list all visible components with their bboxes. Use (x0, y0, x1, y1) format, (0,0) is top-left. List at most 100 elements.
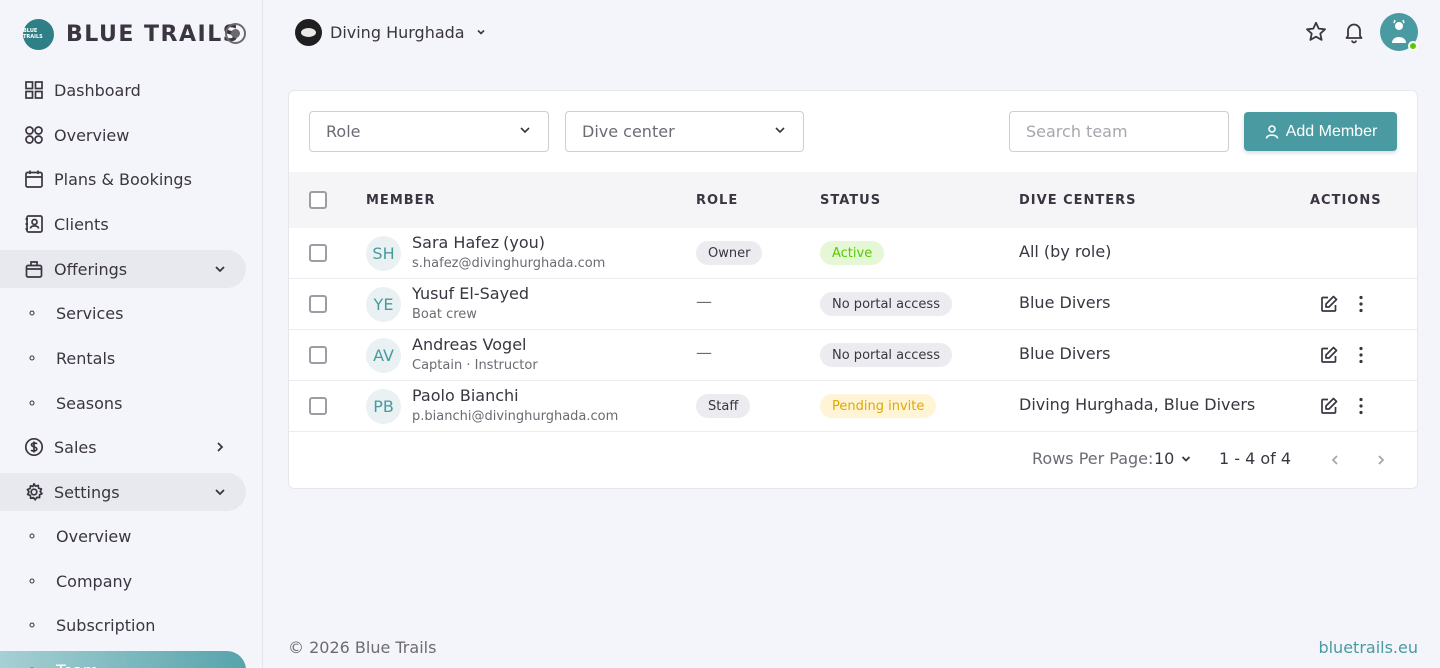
sidebar-item-label: Sales (54, 437, 97, 457)
sidebar-item-label: Team (56, 661, 246, 668)
member-name-text: Yusuf El-Sayed (412, 284, 530, 303)
edit-icon[interactable] (1319, 396, 1339, 416)
member-name: Andreas Vogel (412, 335, 526, 354)
sidebar-item-label: Offerings (54, 259, 128, 279)
sidebar-item-settings[interactable]: Settings (0, 473, 246, 511)
role-badge: Owner (696, 241, 763, 265)
status-badge: No portal access (820, 343, 952, 367)
footer-copyright: © 2026 Blue Trails (288, 638, 437, 657)
sidebar: BLUE TRAILS BLUE TRAILS Dashboard Overvie… (0, 0, 263, 668)
bell-icon[interactable] (1342, 20, 1366, 44)
table-row[interactable]: AV Andreas Vogel Captain · Instructor — No… (289, 330, 1417, 381)
brand-name: BLUE TRAILS (66, 21, 241, 47)
edit-icon[interactable] (1319, 345, 1339, 365)
sidebar-item-company[interactable]: Company (0, 562, 246, 600)
dive-centers-cell: Blue Divers (1019, 293, 1111, 312)
box-icon (24, 259, 44, 279)
dot-icon (28, 577, 36, 585)
more-vertical-icon[interactable] (1351, 345, 1371, 365)
dot-icon (28, 399, 36, 407)
chevron-left-icon[interactable] (1324, 449, 1346, 471)
star-icon[interactable] (1304, 20, 1328, 44)
sidebar-item-team[interactable]: Team (0, 651, 246, 668)
sidebar-item-label: Overview (56, 526, 132, 546)
sidebar-item-label: Plans & Bookings (54, 169, 192, 189)
chevron-down-icon (518, 122, 532, 141)
sidebar-item-services[interactable]: Services (0, 294, 246, 332)
sidebar-item-overview[interactable]: Overview (0, 116, 246, 154)
org-switcher[interactable]: Diving Hurghada (295, 18, 487, 46)
dot-icon (28, 309, 36, 317)
role-empty: — (696, 292, 712, 311)
sidebar-item-seasons[interactable]: Seasons (0, 384, 246, 422)
status-badge: Active (820, 241, 885, 265)
sidebar-item-label: Overview (54, 125, 130, 145)
header-dive-centers[interactable]: DIVE CENTERS (1019, 172, 1137, 228)
select-all-checkbox[interactable] (309, 191, 327, 209)
contacts-icon (24, 214, 44, 234)
pagination-range: 1 - 4 of 4 (1219, 449, 1292, 468)
more-vertical-icon[interactable] (1351, 294, 1371, 314)
member-name-text: Sara Hafez (412, 233, 500, 252)
member-you-tag: (you) (503, 233, 546, 252)
topbar-actions (1304, 13, 1418, 51)
edit-icon[interactable] (1319, 294, 1339, 314)
member-avatar: PB (366, 389, 401, 424)
dot-icon (28, 532, 36, 540)
sidebar-item-subscription[interactable]: Subscription (0, 606, 246, 644)
table-row[interactable]: SH Sara Hafez (you) s.hafez@divinghurghad… (289, 228, 1417, 279)
sidebar-item-sales[interactable]: Sales (0, 428, 246, 466)
sidebar-item-clients[interactable]: Clients (0, 205, 246, 243)
header-role[interactable]: ROLE (696, 172, 738, 228)
header-member[interactable]: MEMBER (366, 172, 436, 228)
sidebar-item-label: Seasons (56, 393, 123, 413)
rows-per-page-select[interactable]: 10 (1154, 449, 1192, 468)
role-filter-select[interactable]: Role (309, 111, 549, 152)
sidebar-item-plans-bookings[interactable]: Plans & Bookings (0, 160, 246, 198)
table-row[interactable]: PB Paolo Bianchi p.bianchi@divinghurghad… (289, 381, 1417, 432)
dive-center-filter-label: Dive center (582, 122, 675, 141)
row-checkbox[interactable] (309, 397, 327, 415)
brand[interactable]: BLUE TRAILS BLUE TRAILS (23, 18, 240, 50)
role-filter-label: Role (326, 122, 361, 141)
sidebar-item-overview[interactable]: Overview (0, 517, 246, 555)
row-checkbox[interactable] (309, 295, 327, 313)
sidebar-item-rentals[interactable]: Rentals (0, 339, 246, 377)
sidebar-item-label: Settings (54, 482, 120, 502)
member-subtitle: Captain · Instructor (412, 358, 538, 373)
status-badge: No portal access (820, 292, 952, 316)
header-status[interactable]: STATUS (820, 172, 881, 228)
chevron-right-icon[interactable] (1370, 449, 1392, 471)
org-logo (295, 18, 322, 46)
member-subtitle: s.hafez@divinghurghada.com (412, 256, 606, 271)
grid-icon (24, 80, 44, 100)
chevron-right-icon (210, 440, 230, 454)
chevron-down-icon (475, 26, 487, 38)
member-subtitle: Boat crew (412, 307, 477, 322)
table-header: MEMBER ROLE STATUS DIVE CENTERS ACTIONS (289, 172, 1417, 228)
sidebar-item-offerings[interactable]: Offerings (0, 250, 246, 288)
sidebar-item-label: Subscription (56, 615, 156, 635)
chevron-down-icon (773, 122, 787, 141)
table-row[interactable]: YE Yusuf El-Sayed Boat crew — No portal ac… (289, 279, 1417, 330)
org-name: Diving Hurghada (330, 22, 465, 42)
add-member-button[interactable]: Add Member (1244, 112, 1397, 151)
add-member-label: Add Member (1285, 122, 1378, 140)
team-card: Role Dive center Add Member MEMBER ROLE … (288, 90, 1418, 489)
sidebar-item-label: Clients (54, 214, 109, 234)
row-checkbox[interactable] (309, 244, 327, 262)
dive-centers-cell: Diving Hurghada, Blue Divers (1019, 395, 1256, 414)
dot-icon (28, 354, 36, 362)
more-vertical-icon[interactable] (1351, 396, 1371, 416)
sidebar-collapse-toggle[interactable] (225, 23, 246, 44)
gear-icon (24, 482, 44, 502)
footer-link[interactable]: bluetrails.eu (1318, 638, 1418, 657)
search-team-input[interactable] (1009, 111, 1229, 152)
user-avatar[interactable] (1380, 13, 1418, 51)
status-badge: Pending invite (820, 394, 937, 418)
dive-center-filter-select[interactable]: Dive center (565, 111, 804, 152)
sidebar-item-label: Company (56, 571, 133, 591)
row-checkbox[interactable] (309, 346, 327, 364)
member-avatar: SH (366, 236, 401, 271)
sidebar-item-dashboard[interactable]: Dashboard (0, 71, 246, 109)
